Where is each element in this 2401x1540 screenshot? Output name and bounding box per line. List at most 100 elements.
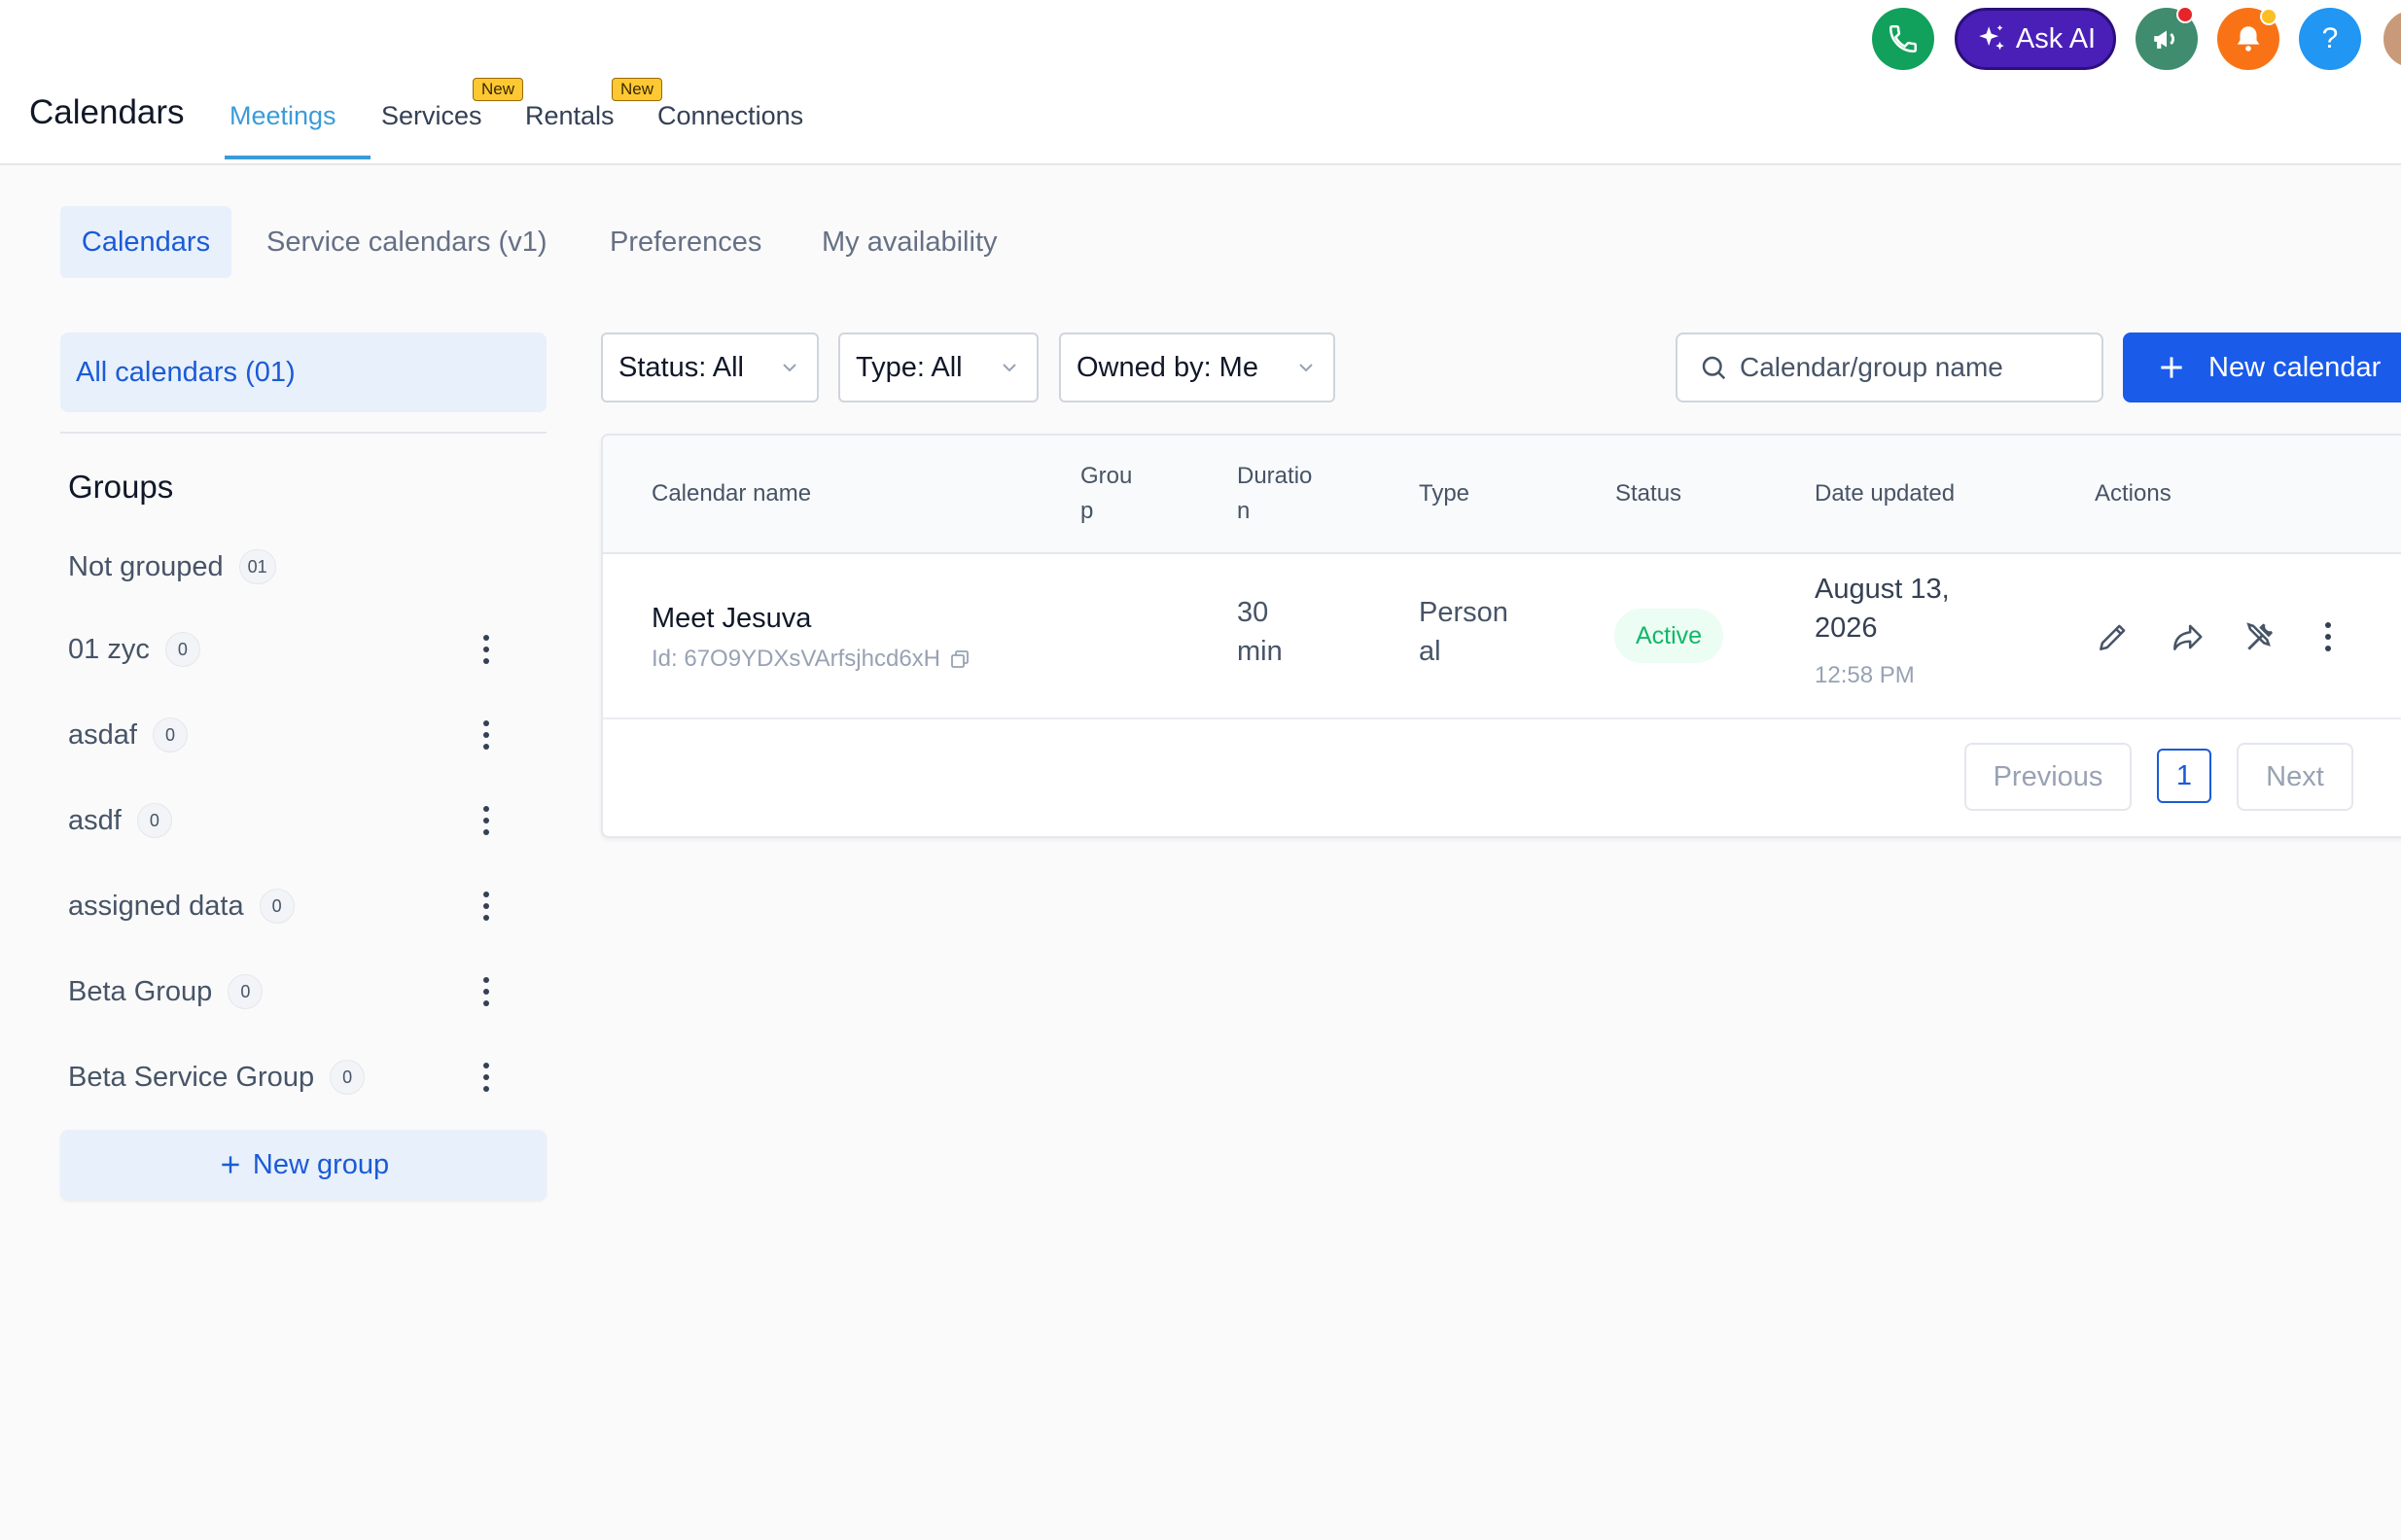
status-filter-dropdown[interactable]: Status: All xyxy=(601,332,819,402)
group-item-assigned-data[interactable]: assigned data 0 xyxy=(68,883,295,929)
all-calendars-item[interactable]: All calendars (01) xyxy=(60,332,547,412)
subtab-service-calendars[interactable]: Service calendars (v1) xyxy=(266,206,547,278)
copy-icon[interactable] xyxy=(948,648,971,671)
group-item-asdaf[interactable]: asdaf 0 xyxy=(68,712,188,758)
tab-meetings[interactable]: Meetings xyxy=(230,101,336,131)
search-box[interactable] xyxy=(1676,332,2103,402)
type-cell: Person al xyxy=(1419,593,1508,671)
group-item-not-grouped[interactable]: Not grouped 01 xyxy=(68,543,276,590)
group-count: 0 xyxy=(136,803,172,838)
type-filter-dropdown[interactable]: Type: All xyxy=(838,332,1039,402)
group-item-01-zyc[interactable]: 01 zyc 0 xyxy=(68,626,200,673)
date-line2: 2026 xyxy=(1815,612,1878,644)
column-duration-line2: n xyxy=(1237,498,1251,524)
column-calendar-name: Calendar name xyxy=(652,480,812,507)
notification-dot xyxy=(2176,6,2194,23)
search-icon xyxy=(1702,356,1726,380)
groups-title: Groups xyxy=(68,469,174,505)
calendars-table: Calendar name Grou p Duratio n Type Stat… xyxy=(601,434,2401,838)
page-number-current[interactable]: 1 xyxy=(2157,749,2211,803)
group-name: Beta Group xyxy=(68,975,213,1007)
calendar-name-link[interactable]: Meet Jesuva xyxy=(652,603,811,635)
ask-ai-label: Ask AI xyxy=(2015,22,2097,54)
new-badge: New xyxy=(612,78,663,101)
type-value-line2: al xyxy=(1419,636,1441,667)
phone-icon xyxy=(1889,24,1918,53)
owner-filter-dropdown[interactable]: Owned by: Me xyxy=(1059,332,1335,402)
notification-dot xyxy=(2260,8,2277,25)
new-badge: New xyxy=(473,78,524,101)
column-actions: Actions xyxy=(2095,480,2171,507)
tab-connections[interactable]: Connections xyxy=(657,101,803,131)
group-count: 0 xyxy=(259,889,295,924)
pencil-icon xyxy=(2100,624,2126,650)
plus-icon xyxy=(222,1156,239,1173)
chevron-down-icon xyxy=(1003,364,1016,372)
group-name: Beta Service Group xyxy=(68,1061,315,1093)
group-count: 0 xyxy=(152,718,188,752)
top-header: Calendars Meetings Services New Rentals … xyxy=(0,0,2401,165)
previous-page-button[interactable]: Previous xyxy=(1964,743,2132,811)
announcements-button[interactable] xyxy=(2136,6,2198,70)
calendar-id: Id: 67O9YDXsVArfsjhcd6xH xyxy=(652,646,971,673)
phone-button[interactable] xyxy=(1872,8,1934,70)
column-date-updated: Date updated xyxy=(1815,480,1956,507)
group-item-beta-service-group[interactable]: Beta Service Group 0 xyxy=(68,1054,366,1101)
date-line1: August 13, xyxy=(1815,574,1950,605)
sparkles-icon xyxy=(1979,24,2004,51)
search-input[interactable] xyxy=(1740,352,2090,383)
column-duration: Duratio n xyxy=(1237,459,1312,529)
group-menu-icon[interactable] xyxy=(471,968,502,1015)
group-menu-icon[interactable] xyxy=(471,626,502,673)
group-menu-icon[interactable] xyxy=(471,1054,502,1101)
group-count: 01 xyxy=(238,549,276,584)
sidebar-divider xyxy=(60,432,547,434)
time-updated: 12:58 PM xyxy=(1815,662,1915,688)
avatar[interactable] xyxy=(2381,8,2401,70)
column-group-line2: p xyxy=(1080,498,1094,524)
chevron-down-icon xyxy=(1299,364,1313,372)
owner-filter-value: Owned by: Me xyxy=(1077,351,1258,383)
group-item-beta-group[interactable]: Beta Group 0 xyxy=(68,968,264,1015)
group-item-asdf[interactable]: asdf 0 xyxy=(68,797,172,844)
new-calendar-label: New calendar xyxy=(2208,351,2382,383)
active-tab-indicator xyxy=(225,156,371,159)
share-button[interactable] xyxy=(2165,614,2209,659)
app-title: Calendars xyxy=(29,93,185,131)
tools-icon xyxy=(2246,622,2273,650)
new-group-label: New group xyxy=(252,1148,390,1180)
column-status: Status xyxy=(1615,480,1682,507)
status-badge: Active xyxy=(1614,609,1723,663)
duration-unit: min xyxy=(1237,636,1283,667)
chevron-down-icon xyxy=(783,364,796,372)
group-count: 0 xyxy=(330,1060,366,1095)
tab-rentals[interactable]: Rentals xyxy=(525,101,615,131)
table-header: Calendar name Grou p Duratio n Type Stat… xyxy=(603,436,2401,554)
notifications-button[interactable] xyxy=(2217,8,2279,70)
column-group: Grou p xyxy=(1080,459,1132,529)
subtab-calendars[interactable]: Calendars xyxy=(60,206,231,278)
group-name: Not grouped xyxy=(68,550,224,582)
edit-button[interactable] xyxy=(2091,614,2136,659)
settings-tools-button[interactable] xyxy=(2239,614,2283,659)
status-filter-value: Status: All xyxy=(618,351,744,383)
duration-cell: 30 min xyxy=(1237,593,1283,671)
group-count: 0 xyxy=(164,632,200,667)
next-page-button[interactable]: Next xyxy=(2237,743,2353,811)
help-button[interactable]: ? xyxy=(2299,8,2361,70)
plus-icon xyxy=(2161,357,2182,378)
subtab-preferences[interactable]: Preferences xyxy=(610,206,761,278)
ask-ai-button[interactable]: Ask AI xyxy=(1955,8,2116,70)
type-value-line1: Person xyxy=(1419,597,1508,628)
row-more-icon[interactable] xyxy=(2313,612,2344,661)
megaphone-icon xyxy=(2154,30,2175,49)
subtab-my-availability[interactable]: My availability xyxy=(822,206,998,278)
group-name: assigned data xyxy=(68,890,244,922)
bell-icon xyxy=(2237,26,2260,52)
group-menu-icon[interactable] xyxy=(471,797,502,844)
tab-services[interactable]: Services xyxy=(381,101,482,131)
new-calendar-button[interactable]: New calendar xyxy=(2123,332,2401,402)
new-group-button[interactable]: New group xyxy=(60,1130,547,1200)
group-menu-icon[interactable] xyxy=(471,883,502,929)
group-menu-icon[interactable] xyxy=(471,712,502,758)
